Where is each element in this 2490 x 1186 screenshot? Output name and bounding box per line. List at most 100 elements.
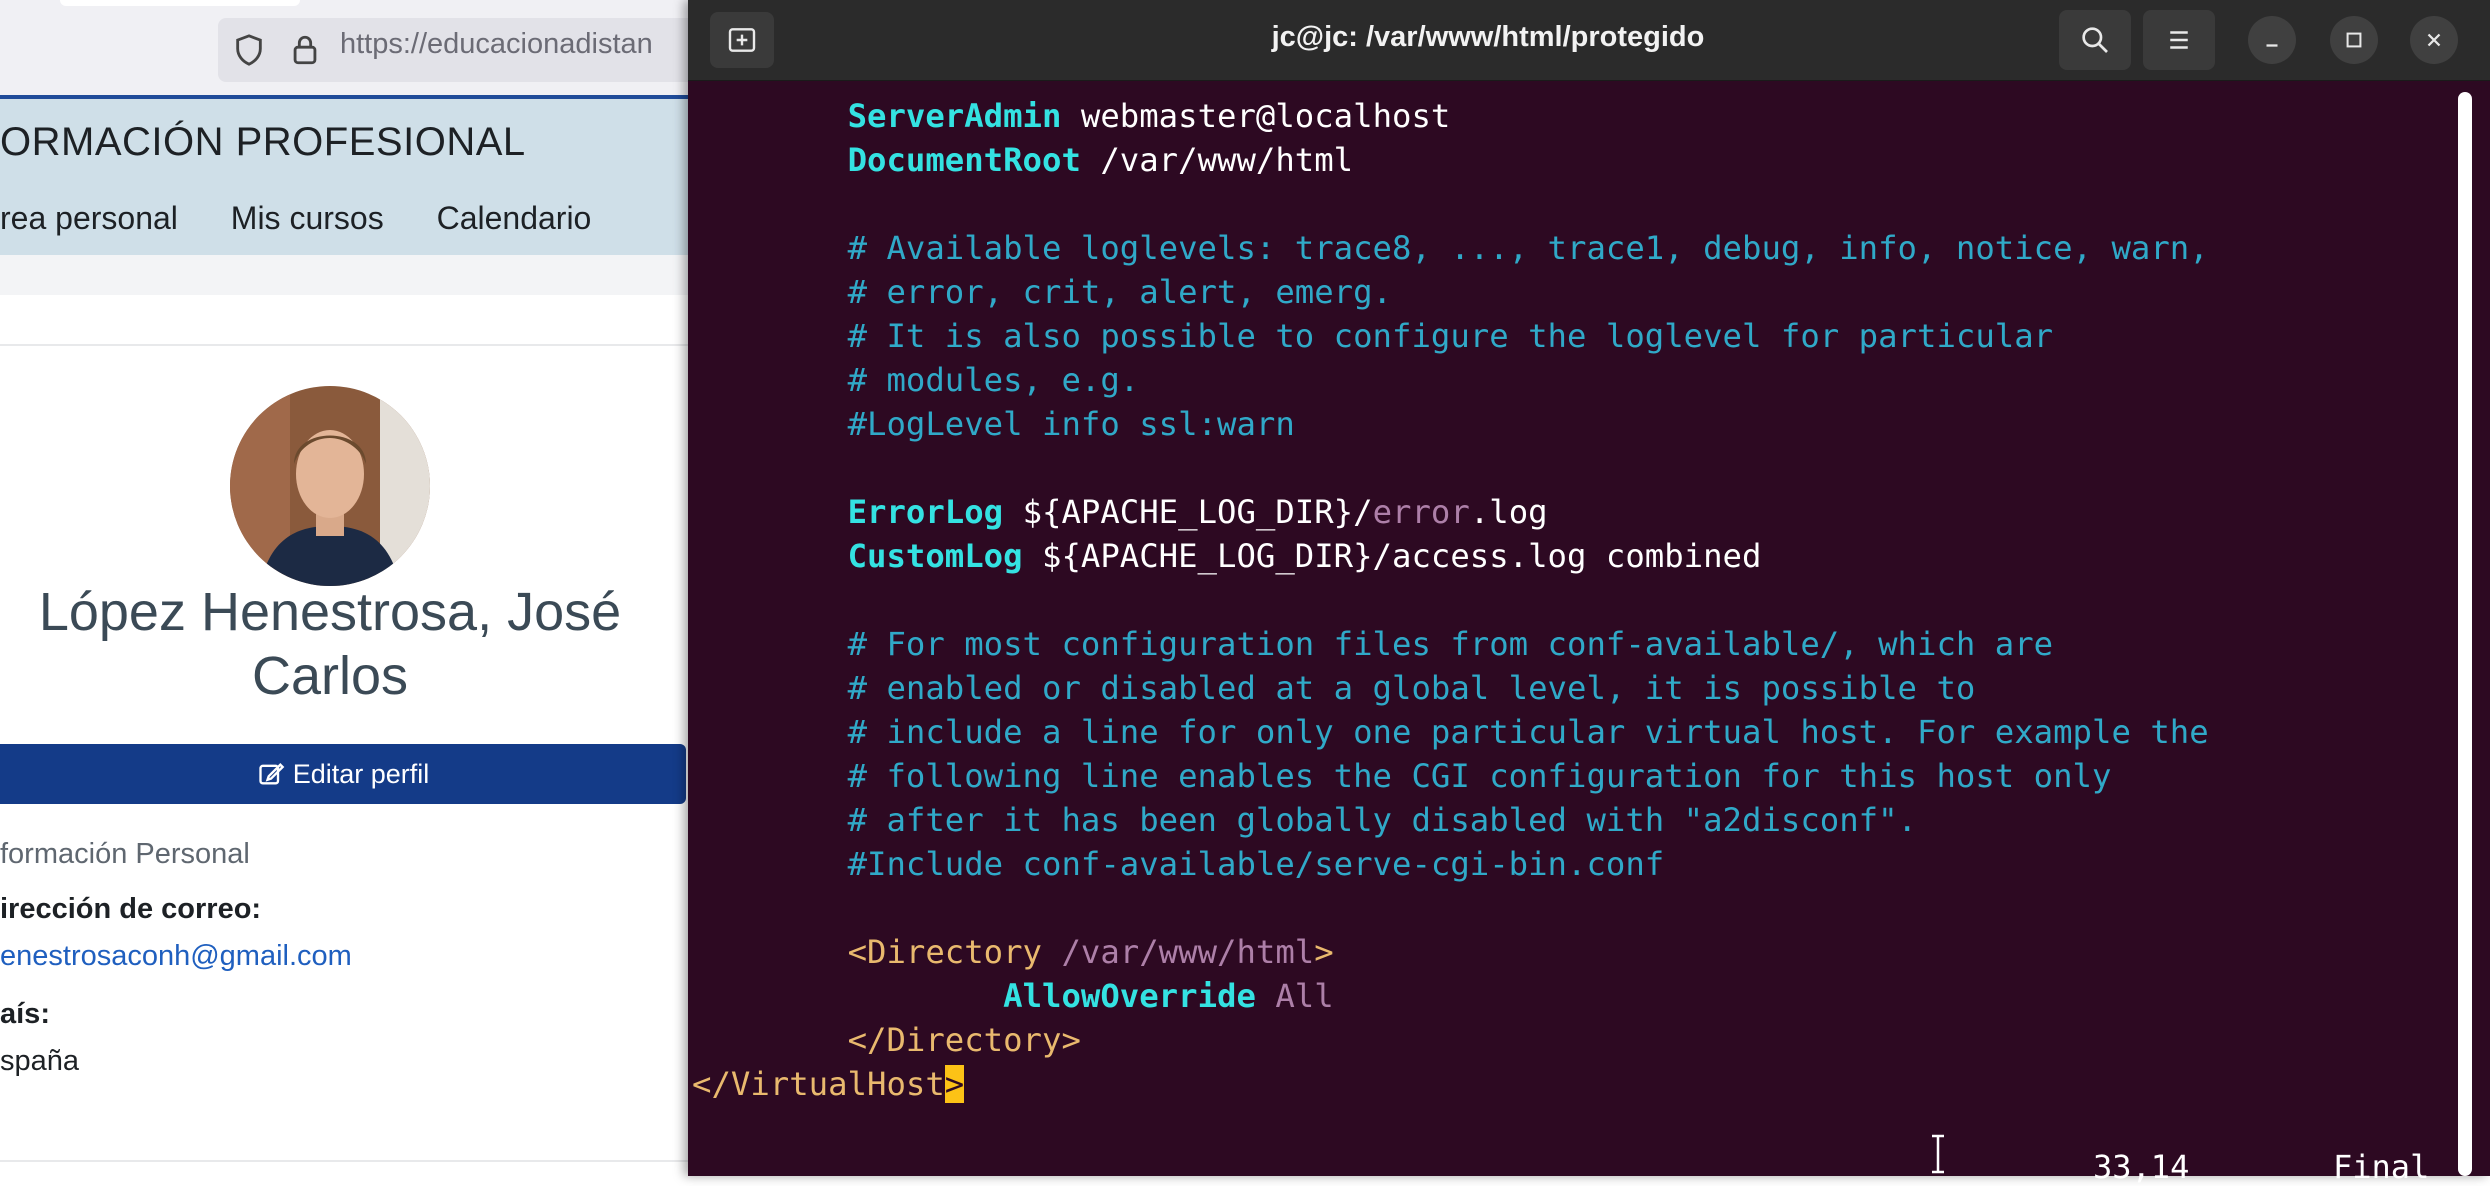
terminal-window[interactable]: jc@jc: /var/www/html/protegido ServerAdm… <box>688 0 2490 1186</box>
terminal-line: </Directory> <box>692 1018 1081 1062</box>
browser-tab[interactable] <box>60 0 300 6</box>
terminal-line: # after it has been globally disabled wi… <box>692 798 1917 842</box>
lock-icon[interactable] <box>288 33 322 67</box>
terminal-token: > <box>1314 933 1334 971</box>
terminal-token: </Directory> <box>847 1021 1081 1059</box>
terminal-token: ${APACHE_LOG_DIR}/ <box>1003 493 1373 531</box>
terminal-line: ServerAdmin webmaster@localhost <box>692 94 1451 138</box>
browser-window: https://educacionadistan ORMACIÓN PROFES… <box>0 0 700 1176</box>
minimize-icon <box>2266 44 2278 47</box>
terminal-line: # enabled or disabled at a global level,… <box>692 666 1976 710</box>
url-text[interactable]: https://educacionadistan <box>340 28 653 61</box>
text-cursor-icon <box>1932 1134 1944 1174</box>
terminal-token: /var/www/html <box>1080 141 1354 179</box>
edit-profile-button[interactable]: Editar perfil <box>0 744 686 804</box>
edit-profile-label: Editar perfil <box>292 758 430 789</box>
terminal-headerbar: jc@jc: /var/www/html/protegido <box>688 0 2490 81</box>
nav-item-mis-cursos[interactable]: Mis cursos <box>231 200 384 236</box>
nav-item-calendario[interactable]: Calendario <box>437 200 592 236</box>
cursor-position: 33,14 <box>2093 1148 2190 1186</box>
terminal-token: All <box>1275 977 1334 1015</box>
terminal-title: jc@jc: /var/www/html/protegido <box>1271 21 1705 53</box>
terminal-line: DocumentRoot /var/www/html <box>692 138 1354 182</box>
terminal-token: </VirtualHost <box>692 1065 945 1103</box>
terminal-token: AllowOverride <box>1003 977 1256 1015</box>
country-label: aís: <box>0 998 50 1030</box>
terminal-line: # It is also possible to configure the l… <box>692 314 2054 358</box>
maximize-button[interactable] <box>2330 16 2378 64</box>
terminal-token: # include a line for only one particular… <box>847 713 2209 751</box>
terminal-line: # error, crit, alert, emerg. <box>692 270 1392 314</box>
terminal-token: ServerAdmin <box>847 97 1062 135</box>
terminal-line: #Include conf-available/serve-cgi-bin.co… <box>692 842 1665 886</box>
terminal-cursor: > <box>944 1065 965 1103</box>
terminal-token: ErrorLog <box>847 493 1004 531</box>
terminal-token: # modules, e.g. <box>847 361 1140 399</box>
new-tab-icon <box>728 28 756 52</box>
terminal-token: CustomLog <box>847 537 1023 575</box>
terminal-line: </VirtualHost> <box>692 1062 965 1106</box>
country-value: spaña <box>0 1045 80 1077</box>
divider <box>0 344 700 346</box>
page-band <box>0 255 700 295</box>
divider <box>0 1160 700 1162</box>
terminal-token: # For most configuration files from conf… <box>847 625 2054 663</box>
terminal-text-area[interactable]: ServerAdmin webmaster@localhost Document… <box>688 80 2456 1176</box>
terminal-line: #LogLevel info ssl:warn <box>692 402 1295 446</box>
section-title: formación Personal <box>0 838 250 870</box>
close-button[interactable] <box>2410 16 2458 64</box>
scrollbar[interactable] <box>2458 92 2472 1176</box>
scroll-indicator: Final <box>2333 1148 2430 1186</box>
menu-button[interactable] <box>2143 10 2215 70</box>
close-icon <box>2427 33 2441 47</box>
terminal-line: # include a line for only one particular… <box>692 710 2209 754</box>
email-link[interactable]: enestrosaconh@gmail.com <box>0 940 352 973</box>
minimize-button[interactable] <box>2248 16 2296 64</box>
terminal-token: <Directory <box>847 933 1062 971</box>
terminal-line: AllowOverride All <box>692 974 1334 1018</box>
terminal-token: .log <box>1469 493 1548 531</box>
hamburger-menu-icon <box>2170 31 2188 49</box>
terminal-line: # following line enables the CGI configu… <box>692 754 2112 798</box>
terminal-token: webmaster@localhost <box>1061 97 1451 135</box>
terminal-line: # Available loglevels: trace8, ..., trac… <box>692 226 2209 270</box>
site-title: ORMACIÓN PROFESIONAL <box>0 120 526 164</box>
site-nav: rea personal Mis cursos Calendario <box>0 200 635 237</box>
terminal-line: # modules, e.g. <box>692 358 1140 402</box>
terminal-token: DocumentRoot <box>847 141 1081 179</box>
email-label: irección de correo: <box>0 893 262 925</box>
profile-name: López Henestrosa, José Carlos <box>38 582 622 706</box>
terminal-token: # after it has been globally disabled wi… <box>847 801 1918 839</box>
avatar[interactable] <box>230 386 430 586</box>
terminal-token: # It is also possible to configure the l… <box>847 317 2054 355</box>
terminal-token: # enabled or disabled at a global level,… <box>847 669 1976 707</box>
search-icon <box>2082 27 2108 53</box>
edit-icon <box>259 763 285 785</box>
terminal-token: /var/www/html <box>1061 933 1315 971</box>
terminal-line: # For most configuration files from conf… <box>692 622 2054 666</box>
terminal-token: ${APACHE_LOG_DIR}/access.log combined <box>1022 537 1762 575</box>
terminal-line: ErrorLog ${APACHE_LOG_DIR}/error.log <box>692 490 1548 534</box>
nav-item-area-personal[interactable]: rea personal <box>0 200 178 236</box>
terminal-token: # following line enables the CGI configu… <box>847 757 2112 795</box>
new-tab-button[interactable] <box>710 12 774 68</box>
shield-icon[interactable] <box>232 33 266 67</box>
search-button[interactable] <box>2059 10 2131 70</box>
